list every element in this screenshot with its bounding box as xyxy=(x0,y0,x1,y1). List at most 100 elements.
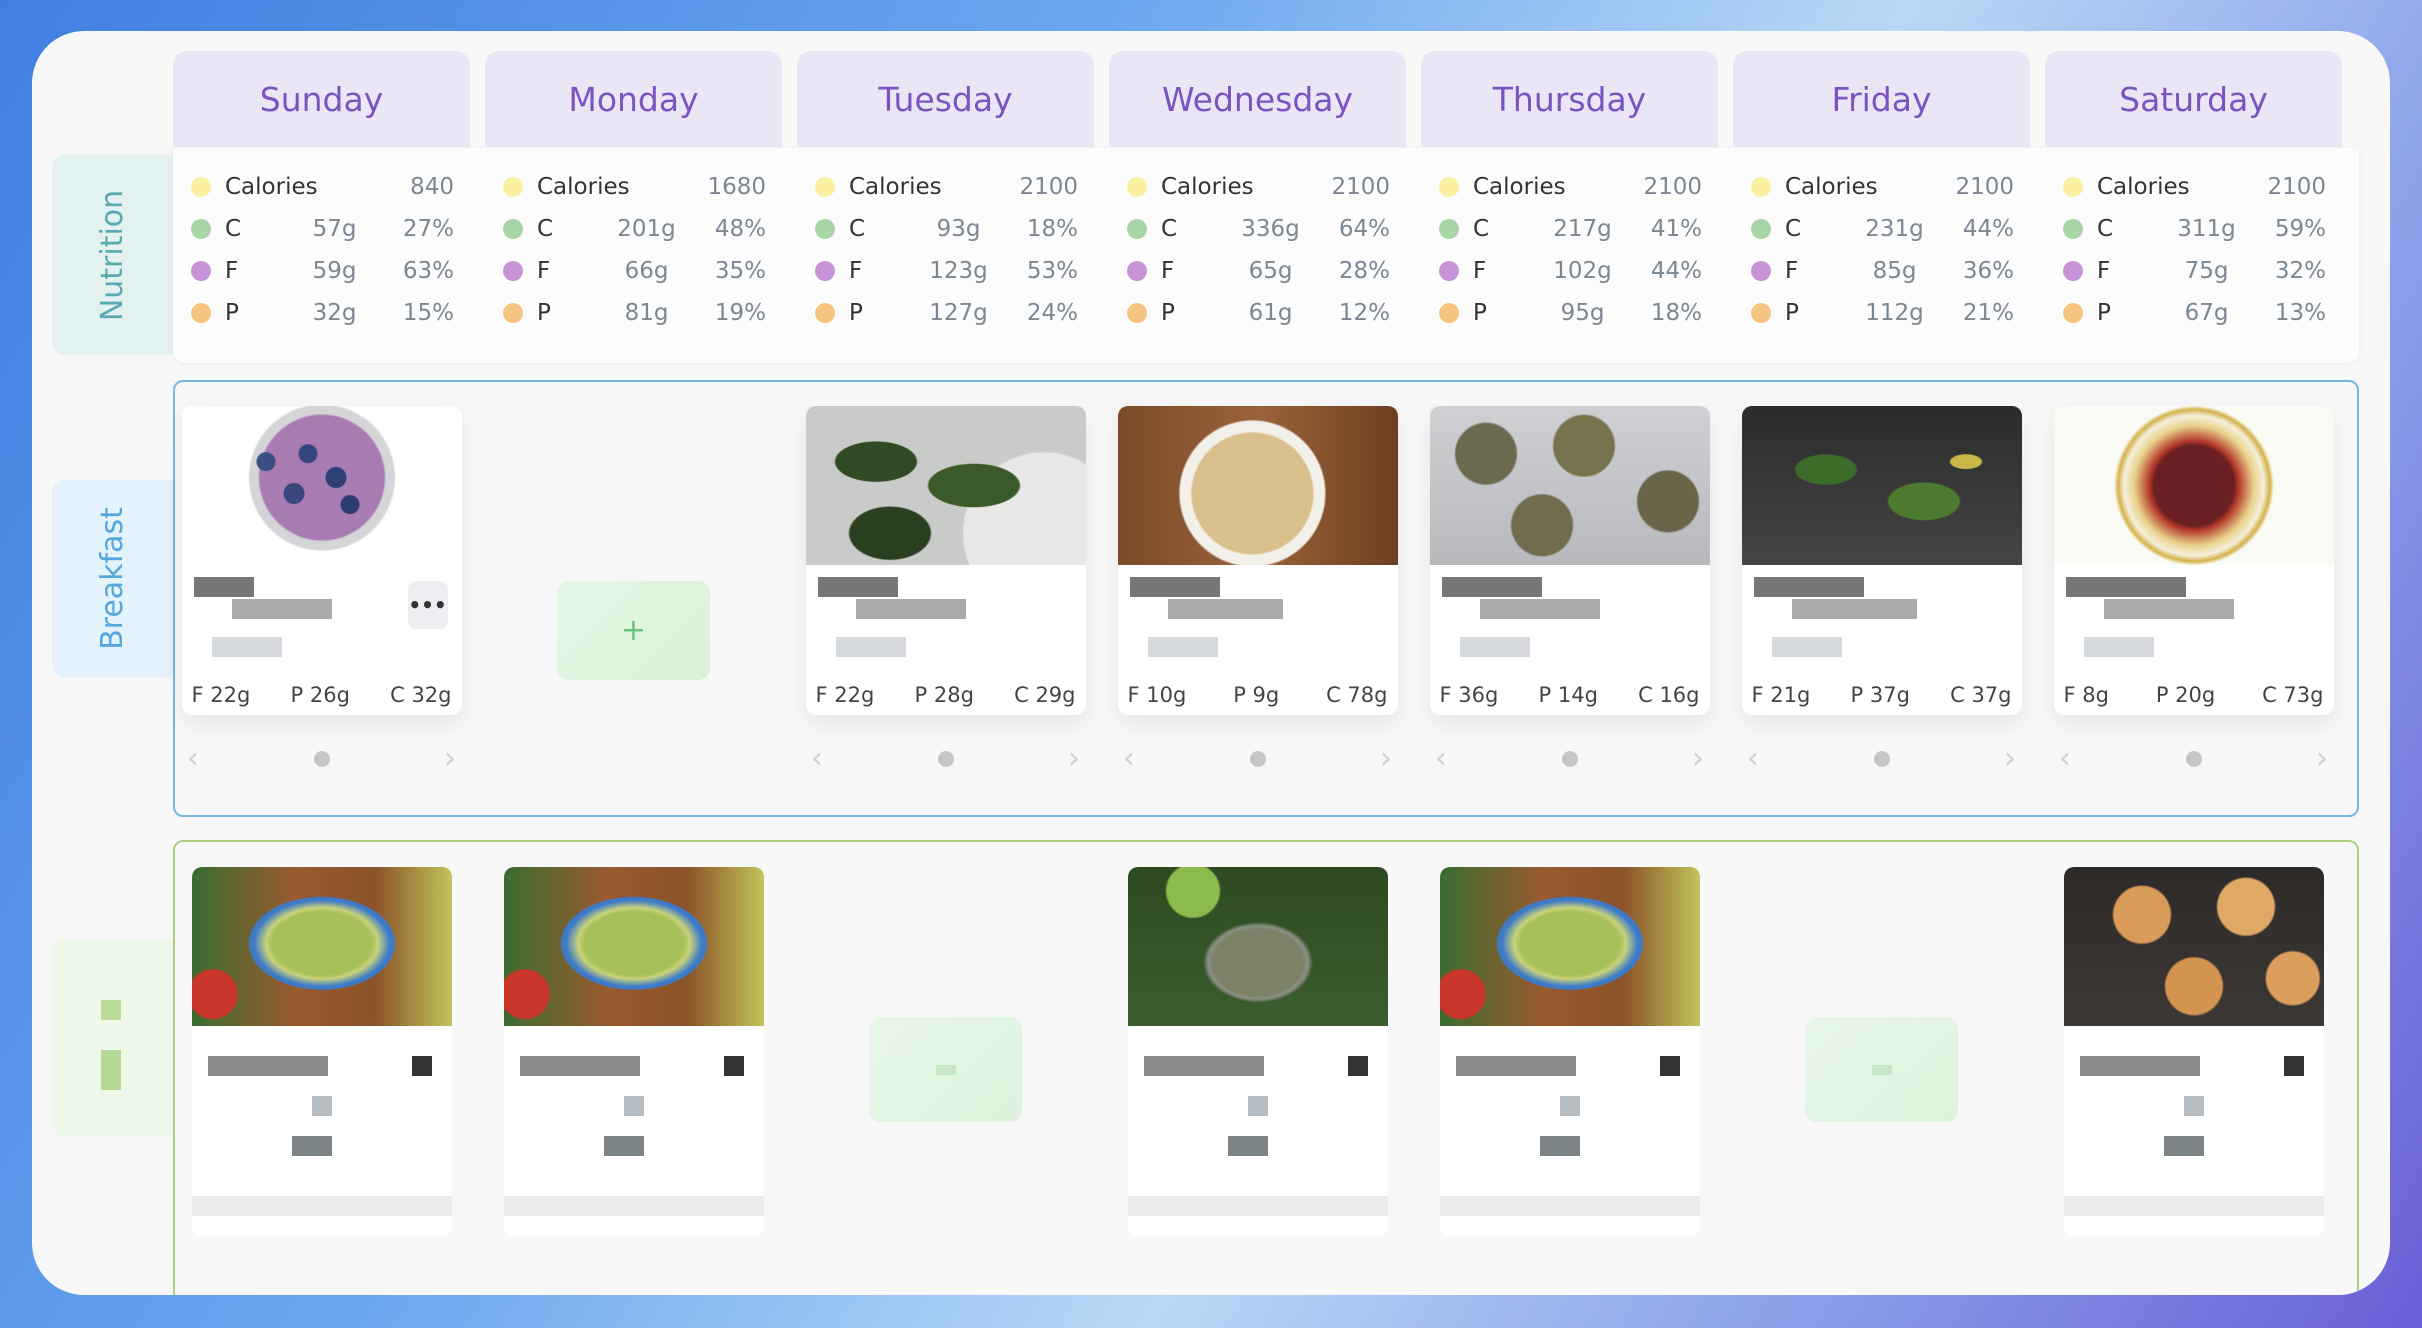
macro-row-f: F 59g 63% xyxy=(191,250,454,292)
row-label-breakfast[interactable]: Breakfast xyxy=(52,480,173,677)
calories-row: Calories 2100 xyxy=(815,166,1078,208)
add-meal-button[interactable]: + xyxy=(557,581,710,680)
meal-card[interactable]: ••• F 22g P 26g C 32g xyxy=(181,406,462,715)
macro-dot-icon xyxy=(1751,219,1771,239)
macro-label: C xyxy=(225,216,242,242)
macro-label: C xyxy=(2097,216,2114,242)
meal-card[interactable]: F 21g P 37g C 37g xyxy=(1741,406,2022,715)
meal-card[interactable] xyxy=(503,867,764,1236)
chevron-right-icon[interactable]: › xyxy=(1380,741,1392,776)
calories-value: 840 xyxy=(410,174,454,200)
meal-image[interactable] xyxy=(503,867,764,1026)
meal-card[interactable] xyxy=(1439,867,1700,1236)
breakfast-grid: ••• F 22g P 26g C 32g ‹ › + F 22g P 28g C 29g ‹ ›… xyxy=(173,406,2342,776)
chevron-left-icon[interactable]: ‹ xyxy=(1747,741,1759,776)
macro-carbs: C 16g xyxy=(1638,683,1700,707)
chevron-right-icon[interactable]: › xyxy=(2004,741,2016,776)
meal-image[interactable] xyxy=(2053,406,2334,565)
calories-row: Calories 2100 xyxy=(1751,166,2014,208)
macro-percent: 63% xyxy=(402,258,454,284)
nutrition-cell: Calories 2100 C 217g 41% F 102g 44% P 95g 18% xyxy=(1421,148,1718,334)
calories-label: Calories xyxy=(2097,174,2190,200)
macro-dot-icon xyxy=(503,219,523,239)
macro-percent: 41% xyxy=(1650,216,1702,242)
macro-dot-icon xyxy=(2063,303,2083,323)
meal-card[interactable] xyxy=(1127,867,1388,1236)
meal-image[interactable] xyxy=(1439,867,1700,1026)
macro-percent: 35% xyxy=(714,258,766,284)
carousel-dot[interactable] xyxy=(1561,750,1578,767)
macro-percent: 32% xyxy=(2274,258,2326,284)
meal-card[interactable]: F 36g P 14g C 16g xyxy=(1429,406,1710,715)
chevron-left-icon[interactable]: ‹ xyxy=(187,741,199,776)
meal-card[interactable] xyxy=(191,867,452,1236)
row-label-meal[interactable] xyxy=(52,939,173,1136)
chevron-left-icon[interactable]: ‹ xyxy=(1435,741,1447,776)
macro-label: P xyxy=(1473,300,1487,326)
meal-image[interactable] xyxy=(1429,406,1710,565)
meal-image[interactable] xyxy=(1741,406,2022,565)
meal-image[interactable] xyxy=(1127,867,1388,1026)
chevron-left-icon[interactable]: ‹ xyxy=(2059,741,2071,776)
nutrition-cell: Calories 1680 C 201g 48% F 66g 35% P 81g 19% xyxy=(485,148,782,334)
macro-dot-icon xyxy=(503,261,523,281)
macro-dot-icon xyxy=(1127,303,1147,323)
calories-dot-icon xyxy=(2063,177,2083,197)
macro-grams: 127g xyxy=(929,300,988,326)
macro-fat: F 21g xyxy=(1751,683,1811,707)
day-headers: Sunday Monday Tuesday Wednesday Thursday Frid… xyxy=(173,51,2342,147)
meal-card[interactable]: F 10g P 9g C 78g xyxy=(1117,406,1398,715)
macro-carbs: C 37g xyxy=(1950,683,2012,707)
calories-row: Calories 2100 xyxy=(1439,166,1702,208)
macro-dot-icon xyxy=(1127,261,1147,281)
macro-dot-icon xyxy=(1439,303,1459,323)
meal-image[interactable] xyxy=(191,867,452,1026)
carousel-dot[interactable] xyxy=(937,750,954,767)
macro-row-p: P 32g 15% xyxy=(191,292,454,334)
macro-grams: 102g xyxy=(1553,258,1612,284)
calories-value: 1680 xyxy=(707,174,766,200)
carousel-dot[interactable] xyxy=(1249,750,1266,767)
carousel-dot[interactable] xyxy=(313,750,330,767)
meal-card[interactable] xyxy=(2063,867,2324,1236)
macro-grams: 85g xyxy=(1872,258,1917,284)
chevron-right-icon[interactable]: › xyxy=(1068,741,1080,776)
macro-label: C xyxy=(849,216,866,242)
macro-percent: 53% xyxy=(1026,258,1078,284)
macro-percent: 64% xyxy=(1338,216,1390,242)
macro-label: P xyxy=(1161,300,1175,326)
calories-label: Calories xyxy=(225,174,318,200)
macro-label: P xyxy=(2097,300,2111,326)
macro-row-c: C 201g 48% xyxy=(503,208,766,250)
carousel-dot[interactable] xyxy=(2185,750,2202,767)
chevron-left-icon[interactable]: ‹ xyxy=(1123,741,1135,776)
meal-image[interactable] xyxy=(2063,867,2324,1026)
chevron-left-icon[interactable]: ‹ xyxy=(811,741,823,776)
add-meal-button[interactable] xyxy=(1805,1017,1958,1122)
macro-protein: P 9g xyxy=(1233,683,1280,707)
meal-image[interactable] xyxy=(181,406,462,565)
macro-protein: P 28g xyxy=(914,683,974,707)
macro-percent: 48% xyxy=(714,216,766,242)
chevron-right-icon[interactable]: › xyxy=(444,741,456,776)
macro-label: F xyxy=(1161,258,1175,284)
chevron-right-icon[interactable]: › xyxy=(2316,741,2328,776)
nutrition-cell: Calories 2100 C 231g 44% F 85g 36% P 112g 21% xyxy=(1733,148,2030,334)
carousel-dot[interactable] xyxy=(1873,750,1890,767)
calories-row: Calories 2100 xyxy=(1127,166,1390,208)
meal-cell xyxy=(1109,867,1406,1236)
row-label-nutrition[interactable]: Nutrition xyxy=(52,155,173,355)
meal-card[interactable]: F 8g P 20g C 73g xyxy=(2053,406,2334,715)
add-meal-button[interactable] xyxy=(869,1017,1022,1122)
meal-cell xyxy=(797,867,1094,1236)
macro-grams: 59g xyxy=(312,258,357,284)
nutrition-cell: Calories 840 C 57g 27% F 59g 63% P 32g 15% xyxy=(173,148,470,334)
macro-dot-icon xyxy=(1751,303,1771,323)
macro-row-c: C 57g 27% xyxy=(191,208,454,250)
more-options-button[interactable]: ••• xyxy=(407,581,448,629)
meal-details-redacted xyxy=(503,1026,764,1236)
meal-card[interactable]: F 22g P 28g C 29g xyxy=(805,406,1086,715)
meal-image[interactable] xyxy=(1117,406,1398,565)
meal-image[interactable] xyxy=(805,406,1086,565)
chevron-right-icon[interactable]: › xyxy=(1692,741,1704,776)
